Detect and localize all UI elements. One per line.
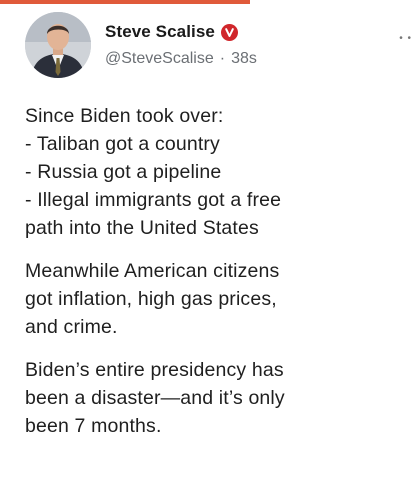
meta-row: @SteveScalise · 38s (105, 50, 257, 68)
tweet-line: - Russia got a pipeline (25, 161, 222, 183)
tweet-line: been a disaster—and it’s only (25, 387, 285, 409)
author-row: Steve Scalise (105, 22, 238, 42)
timestamp[interactable]: 38s (231, 50, 257, 68)
tweet-line: Meanwhile American citizens (25, 260, 280, 282)
tweet-line: path into the United States (25, 217, 259, 239)
tweet-line: been 7 months. (25, 415, 162, 437)
tweet-paragraph: Since Biden took over: - Taliban got a c… (25, 102, 405, 242)
display-name[interactable]: Steve Scalise (105, 22, 215, 42)
tweet-paragraph: Meanwhile American citizens got inflatio… (25, 257, 405, 341)
tweet-line: Biden’s entire presidency has (25, 359, 284, 381)
tweet-text: Since Biden took over: - Taliban got a c… (25, 102, 405, 455)
tweet-line: Since Biden took over: (25, 105, 224, 127)
tweet-line: - Taliban got a country (25, 133, 220, 155)
avatar-photo (25, 12, 91, 78)
handle[interactable]: @SteveScalise (105, 50, 214, 68)
separator-dot: · (219, 50, 226, 67)
avatar[interactable] (25, 12, 91, 78)
tweet-line: got inflation, high gas prices, (25, 288, 277, 310)
tweet-line: and crime. (25, 316, 118, 338)
tweet-card: Steve Scalise @SteveScalise · 38s • • Si… (0, 0, 414, 500)
tweet-paragraph: Biden’s entire presidency has been a dis… (25, 356, 405, 440)
tweet-line: - Illegal immigrants got a free (25, 189, 282, 211)
verified-badge-icon (221, 23, 238, 41)
more-options-icon[interactable]: • • (399, 34, 412, 44)
